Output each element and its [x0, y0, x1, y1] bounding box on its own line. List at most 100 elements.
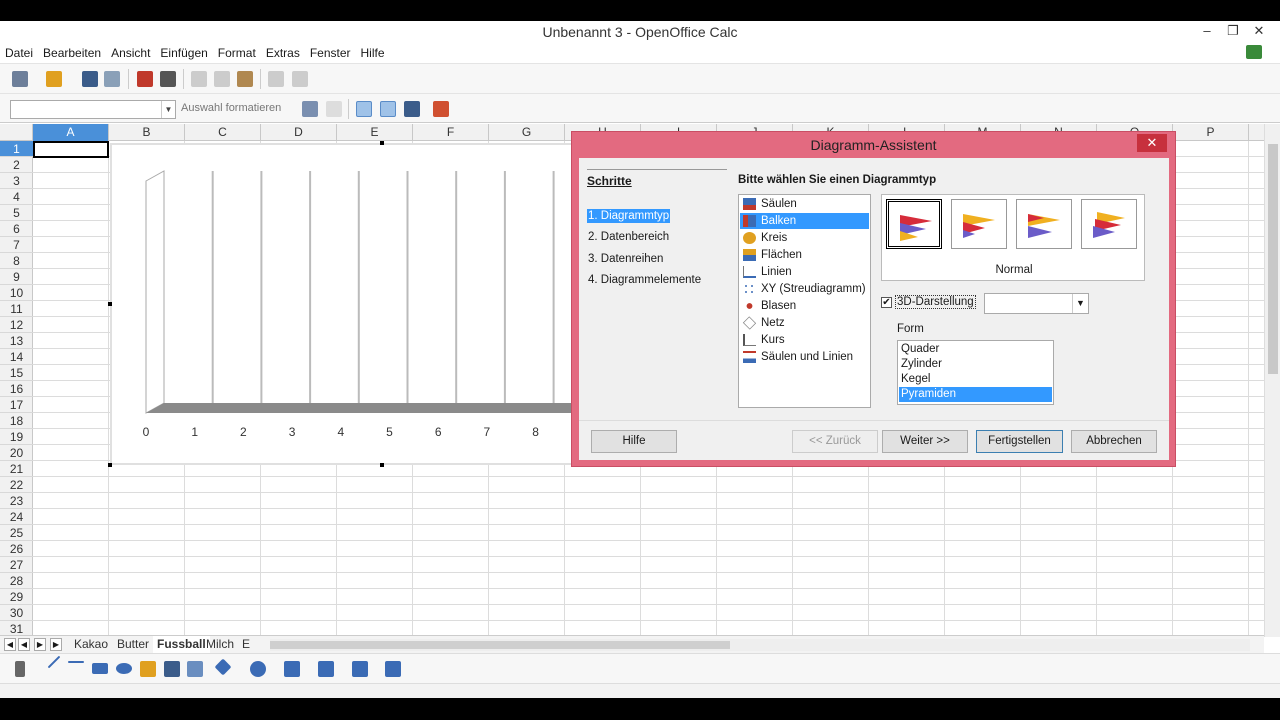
- sheet-tab-butter[interactable]: Butter: [113, 636, 153, 653]
- row-header-11[interactable]: 11: [0, 301, 33, 317]
- save-icon[interactable]: [82, 71, 98, 87]
- help-button[interactable]: Hilfe: [591, 430, 677, 453]
- undo-icon[interactable]: [268, 71, 284, 87]
- arrow-line-icon[interactable]: [68, 661, 84, 663]
- row-header-24[interactable]: 24: [0, 509, 33, 525]
- chart-type-icon[interactable]: [302, 101, 318, 117]
- column-header-c[interactable]: C: [185, 124, 261, 141]
- next-button[interactable]: Weiter >>: [882, 430, 968, 453]
- callout-icon[interactable]: [187, 661, 203, 677]
- menu-ansicht[interactable]: Ansicht: [106, 43, 155, 63]
- row-header-3[interactable]: 3: [0, 173, 33, 189]
- type-item-balken[interactable]: Balken: [740, 213, 869, 229]
- step-data-range[interactable]: 2. Datenbereich: [587, 230, 670, 244]
- data-table-icon[interactable]: [326, 101, 342, 117]
- menu-format[interactable]: Format: [213, 43, 261, 63]
- next-sheet-button[interactable]: ▶: [34, 638, 46, 651]
- cut-icon[interactable]: [191, 71, 207, 87]
- vertical-scroll-thumb[interactable]: [1268, 144, 1278, 374]
- row-header-29[interactable]: 29: [0, 589, 33, 605]
- type-item-blasen[interactable]: Blasen: [740, 298, 869, 314]
- selection-combo[interactable]: ▼: [10, 100, 176, 119]
- menu-datei[interactable]: Datei: [0, 43, 38, 63]
- column-header-f[interactable]: F: [413, 124, 489, 141]
- row-header-8[interactable]: 8: [0, 253, 33, 269]
- row-header-5[interactable]: 5: [0, 205, 33, 221]
- chart-handle-bottom[interactable]: [380, 463, 384, 467]
- last-sheet-button[interactable]: ▶: [50, 638, 62, 651]
- block-arrows-icon[interactable]: [284, 661, 300, 677]
- update-download-icon[interactable]: [1246, 45, 1262, 59]
- row-header-17[interactable]: 17: [0, 397, 33, 413]
- row-header-27[interactable]: 27: [0, 557, 33, 573]
- back-button[interactable]: << Zurück: [792, 430, 878, 453]
- export-pdf-icon[interactable]: [137, 71, 153, 87]
- chart-handle-bottom-left[interactable]: [108, 463, 112, 467]
- select-arrow-icon[interactable]: [15, 661, 25, 677]
- row-header-10[interactable]: 10: [0, 285, 33, 301]
- horizontal-scrollbar[interactable]: [270, 639, 1250, 651]
- chevron-down-icon[interactable]: ▼: [161, 101, 175, 118]
- step-data-series[interactable]: 3. Datenreihen: [587, 252, 664, 266]
- variant-stacked[interactable]: [951, 199, 1007, 249]
- prev-sheet-button[interactable]: ◀: [18, 638, 30, 651]
- shape-item-zylinder[interactable]: Zylinder: [899, 357, 1052, 372]
- email-icon[interactable]: [104, 71, 120, 87]
- row-header-26[interactable]: 26: [0, 541, 33, 557]
- menu-extras[interactable]: Extras: [261, 43, 305, 63]
- menu-fenster[interactable]: Fenster: [305, 43, 356, 63]
- type-item-linien[interactable]: Linien: [740, 264, 869, 280]
- line-icon[interactable]: [47, 655, 61, 669]
- restore-button[interactable]: ❐: [1220, 21, 1246, 43]
- column-header-p[interactable]: P: [1173, 124, 1249, 141]
- step-chart-type[interactable]: 1. Diagrammtyp: [587, 209, 671, 223]
- row-header-19[interactable]: 19: [0, 429, 33, 445]
- 3d-scheme-select[interactable]: ▼: [984, 293, 1089, 314]
- shape-item-quader[interactable]: Quader: [899, 342, 1052, 357]
- freeform-icon[interactable]: [140, 661, 156, 677]
- rectangle-icon[interactable]: [92, 663, 108, 674]
- menu-bearbeiten[interactable]: Bearbeiten: [38, 43, 106, 63]
- active-cell-a1[interactable]: [33, 141, 109, 158]
- 3d-checkbox[interactable]: ✔: [881, 297, 892, 308]
- sheet-tab-e[interactable]: E: [238, 636, 254, 653]
- row-header-25[interactable]: 25: [0, 525, 33, 541]
- new-document-icon[interactable]: [12, 71, 28, 87]
- cancel-button[interactable]: Abbrechen: [1071, 430, 1157, 453]
- column-header-d[interactable]: D: [261, 124, 337, 141]
- print-icon[interactable]: [160, 71, 176, 87]
- row-header-6[interactable]: 6: [0, 221, 33, 237]
- column-header-a[interactable]: A: [33, 124, 109, 141]
- row-header-21[interactable]: 21: [0, 461, 33, 477]
- type-item-saeulen[interactable]: Säulen: [740, 196, 869, 212]
- shape-item-kegel[interactable]: Kegel: [899, 372, 1052, 387]
- shape-item-pyramiden[interactable]: Pyramiden: [899, 387, 1052, 402]
- chart-handle-top[interactable]: [380, 141, 384, 145]
- column-header-e[interactable]: E: [337, 124, 413, 141]
- format-selection-label[interactable]: Auswahl formatieren: [181, 102, 281, 114]
- variant-deep[interactable]: [1081, 199, 1137, 249]
- row-header-22[interactable]: 22: [0, 477, 33, 493]
- stars-icon[interactable]: [385, 661, 401, 677]
- row-header-12[interactable]: 12: [0, 317, 33, 333]
- open-folder-icon[interactable]: [46, 71, 62, 87]
- finish-button[interactable]: Fertigstellen: [976, 430, 1063, 453]
- row-header-2[interactable]: 2: [0, 157, 33, 173]
- type-item-xy[interactable]: XY (Streudiagramm): [740, 281, 869, 297]
- ellipse-icon[interactable]: [116, 663, 132, 674]
- row-header-18[interactable]: 18: [0, 413, 33, 429]
- sheet-tab-kakao[interactable]: Kakao: [70, 636, 112, 653]
- variant-percent-stacked[interactable]: [1016, 199, 1072, 249]
- vertical-scrollbar[interactable]: [1264, 124, 1280, 637]
- scale-text-icon[interactable]: [404, 101, 420, 117]
- row-header-15[interactable]: 15: [0, 365, 33, 381]
- step-chart-elements[interactable]: 4. Diagrammelemente: [587, 273, 702, 287]
- basic-shapes-icon[interactable]: [214, 658, 232, 676]
- chart-type-list[interactable]: Säulen Balken Kreis Flächen Linien XY (S…: [738, 194, 871, 408]
- menu-einfuegen[interactable]: Einfügen: [155, 43, 212, 63]
- row-header-20[interactable]: 20: [0, 445, 33, 461]
- callouts-icon[interactable]: [352, 661, 368, 677]
- menu-hilfe[interactable]: Hilfe: [356, 43, 390, 63]
- shape-list[interactable]: Quader Zylinder Kegel Pyramiden: [897, 340, 1054, 405]
- sheet-tab-milch[interactable]: Milch: [202, 636, 238, 653]
